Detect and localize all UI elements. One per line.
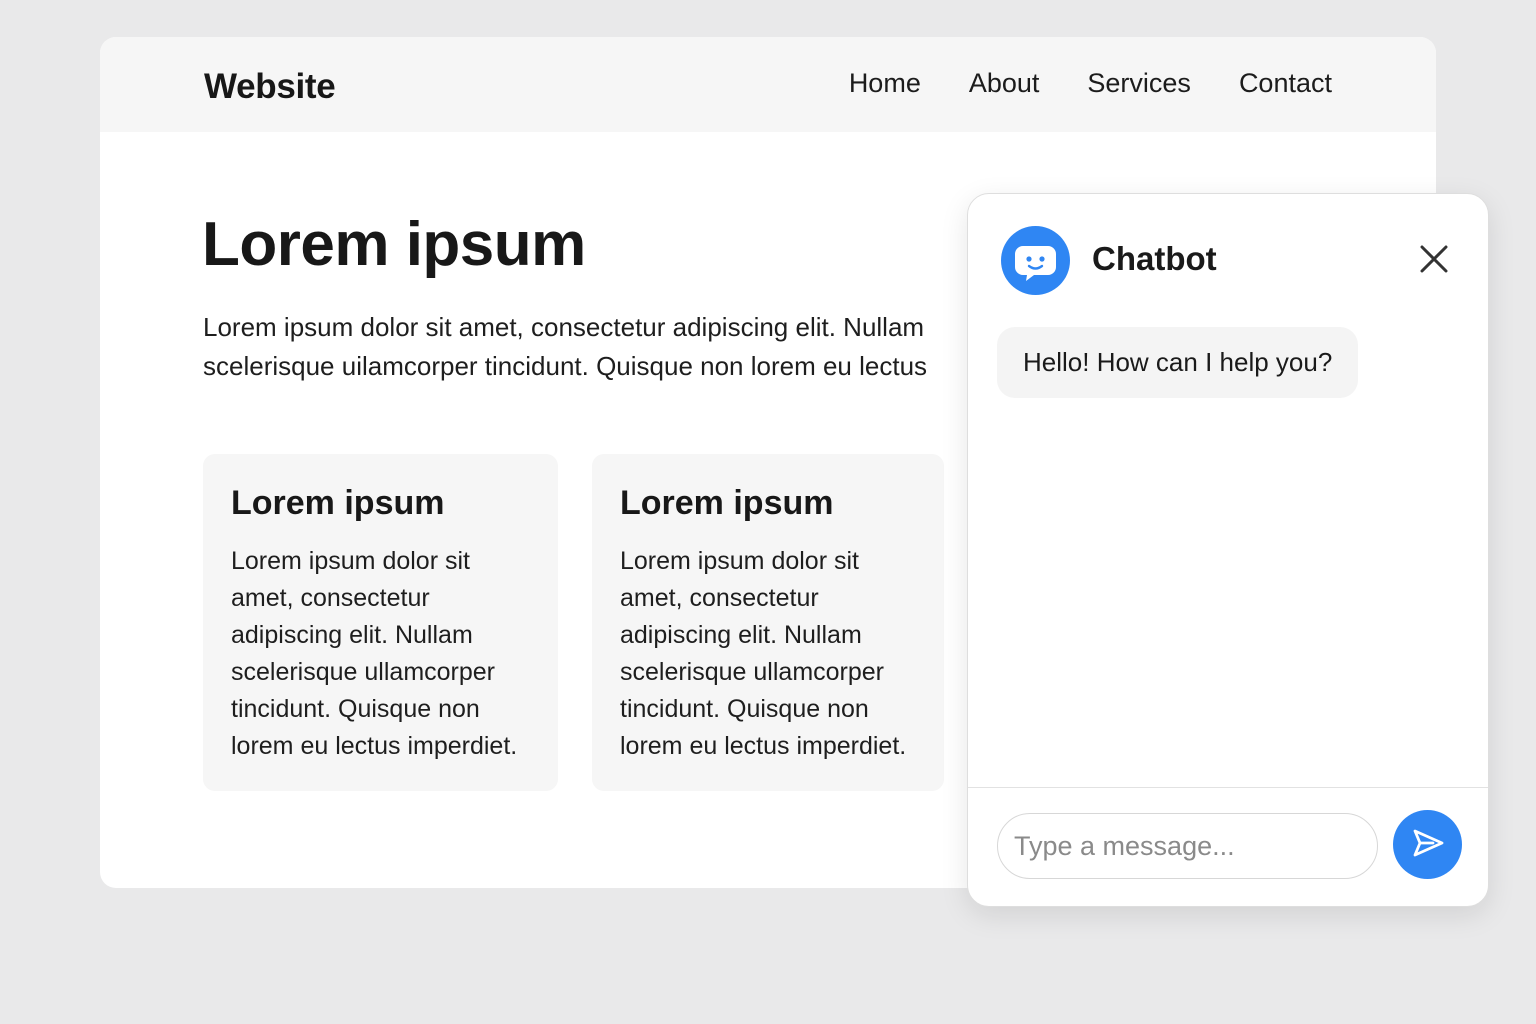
- feature-card: Lorem ipsum Lorem ipsum dolor sit amet, …: [592, 454, 944, 791]
- card-title: Lorem ipsum: [620, 484, 834, 522]
- card-text: Lorem ipsum dolor sit amet, consectetur …: [231, 547, 518, 760]
- site-header: Website Home About Services Contact: [100, 37, 1436, 132]
- chat-title: Chatbot: [1092, 240, 1217, 277]
- chatbot-widget: Chatbot Hello! How can I help you?: [967, 193, 1489, 907]
- close-icon[interactable]: [1416, 241, 1452, 277]
- send-icon: [1411, 826, 1445, 863]
- nav-link-services[interactable]: Services: [1087, 68, 1191, 99]
- site-brand[interactable]: Website: [204, 67, 336, 107]
- chatbot-face-icon: [1001, 226, 1070, 295]
- hero-title: Lorem ipsum: [202, 210, 586, 279]
- nav-link-contact[interactable]: Contact: [1239, 68, 1332, 99]
- main-nav: Home About Services Contact: [849, 68, 1332, 99]
- message-input[interactable]: [997, 813, 1378, 879]
- feature-card: Lorem ipsum Lorem ipsum dolor sit amet, …: [203, 454, 558, 791]
- bot-message-bubble: Hello! How can I help you?: [997, 327, 1359, 398]
- card-title: Lorem ipsum: [231, 484, 445, 522]
- nav-link-about[interactable]: About: [969, 68, 1040, 99]
- nav-link-home[interactable]: Home: [849, 68, 921, 99]
- chat-divider: [968, 787, 1488, 788]
- card-text: Lorem ipsum dolor sit amet, consectetur …: [620, 547, 907, 760]
- send-button[interactable]: [1393, 810, 1462, 879]
